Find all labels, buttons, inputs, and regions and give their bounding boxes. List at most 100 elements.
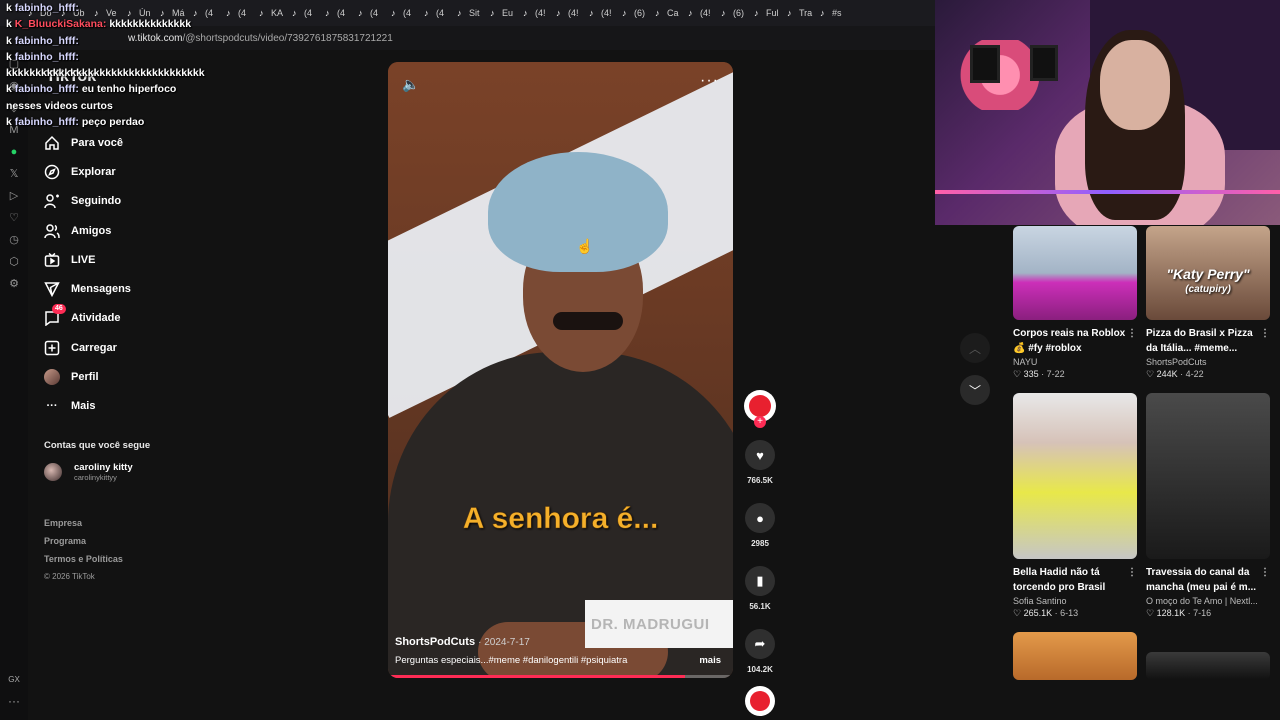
- video-author[interactable]: NAYU: [1013, 357, 1137, 367]
- player-icon[interactable]: ▷: [6, 188, 22, 204]
- tab-label: (4!: [700, 8, 711, 18]
- more-dots-icon[interactable]: ···: [8, 694, 20, 708]
- recommended-video[interactable]: [1013, 632, 1137, 680]
- video-author[interactable]: Sofia Santino: [1013, 596, 1137, 606]
- browser-tab[interactable]: ♪ (6): [622, 8, 655, 18]
- following-section-title: Contas que você segue: [44, 440, 151, 451]
- browser-tab[interactable]: ♪ Ful: [754, 8, 787, 18]
- browser-tab[interactable]: ♪ Eu: [490, 8, 523, 18]
- video-thumbnail[interactable]: [1013, 632, 1137, 680]
- nav-item-mensagens[interactable]: Mensagens: [44, 274, 194, 303]
- footer-link-empresa[interactable]: Empresa: [44, 514, 123, 532]
- browser-tab[interactable]: ♪ Tra: [787, 8, 820, 18]
- nav-item-carregar[interactable]: Carregar: [44, 333, 194, 362]
- video-thumbnail[interactable]: [1013, 226, 1137, 320]
- video-more-icon[interactable]: ···: [700, 72, 719, 90]
- video-player[interactable]: DR. MADRUGUI A senhora é... 🔈 ··· ☝ Shor…: [388, 62, 733, 678]
- tab-favicon-icon: ♪: [391, 8, 396, 18]
- video-thumbnail[interactable]: [1146, 393, 1270, 559]
- browser-tab[interactable]: ♪ (4: [424, 8, 457, 18]
- nav-item-mais[interactable]: ··· Mais: [44, 392, 194, 421]
- recommended-video[interactable]: "Katy Perry" (catupiry) Pizza do Brasil …: [1146, 226, 1270, 380]
- browser-tab[interactable]: ♪ (4!: [556, 8, 589, 18]
- browser-tab[interactable]: ♪ (4: [358, 8, 391, 18]
- video-thumbnail[interactable]: "Katy Perry" (catupiry): [1146, 226, 1270, 320]
- nav-item-explorar[interactable]: Explorar: [44, 157, 194, 186]
- nav-item-live[interactable]: LIVE: [44, 245, 194, 274]
- recommended-video[interactable]: Travessia do canal da mancha (meu pai é …: [1146, 393, 1270, 619]
- x-icon[interactable]: 𝕏: [6, 166, 22, 182]
- chat-username: fabinho_hfff:: [14, 116, 79, 129]
- recommended-video[interactable]: Corpos reais na Roblox 💰 #fy #roblox ⋮ NA…: [1013, 226, 1137, 380]
- chat-username: fabinho_hfff:: [14, 34, 79, 47]
- kebab-icon[interactable]: ⋮: [1260, 565, 1270, 580]
- messages-icon: [44, 281, 60, 298]
- video-author[interactable]: O moço do Te Amo | Nextl...: [1146, 596, 1270, 606]
- recommended-video[interactable]: Bella Hadid não tá torcendo pro Brasil B…: [1013, 393, 1137, 619]
- video-progress-bar[interactable]: [388, 675, 733, 678]
- chat-username: fabinho_hfff:: [14, 2, 79, 14]
- tab-favicon-icon: ♪: [523, 8, 528, 18]
- video-author[interactable]: ShortsPodCuts: [395, 636, 475, 648]
- kebab-icon[interactable]: ⋮: [1260, 326, 1270, 341]
- history-icon[interactable]: ◷: [6, 232, 22, 248]
- profile-avatar: [44, 369, 60, 386]
- previous-video-button[interactable]: ︿: [960, 333, 990, 363]
- creator-avatar[interactable]: +: [744, 390, 776, 428]
- kebab-icon[interactable]: ⋮: [1127, 565, 1137, 580]
- tab-label: (6): [733, 8, 744, 18]
- nav-item-para-voce[interactable]: Para você: [44, 128, 194, 157]
- tab-favicon-icon: ♪: [721, 8, 726, 18]
- footer-link-termos[interactable]: Termos e Políticas: [44, 550, 123, 568]
- nav-item-seguindo[interactable]: Seguindo: [44, 187, 194, 216]
- browser-tab[interactable]: ♪ (4: [391, 8, 424, 18]
- tab-label: Sit: [469, 8, 480, 18]
- footer-link-programa[interactable]: Programa: [44, 532, 123, 550]
- chat-message: k K_BluuckiSakana: kkkkkkkkkkkkkk: [6, 18, 192, 31]
- gx-label: GX: [8, 675, 20, 684]
- browser-tab[interactable]: ♪ (6): [721, 8, 754, 18]
- nav-label: Para você: [71, 136, 123, 149]
- tab-label: (4!: [568, 8, 579, 18]
- comment-button[interactable]: ●: [745, 503, 775, 533]
- nav-item-perfil[interactable]: Perfil: [44, 362, 194, 391]
- followed-account[interactable]: caroliny kitty carolinykittyy: [44, 462, 133, 482]
- save-button[interactable]: ▮: [745, 566, 775, 596]
- next-video-button[interactable]: ﹀: [960, 375, 990, 405]
- chat-username: fabinho_hfff:: [14, 83, 79, 96]
- video-nameplate: DR. MADRUGUI: [585, 600, 733, 648]
- video-thumbnail[interactable]: [1013, 393, 1137, 559]
- bookmark-icon: ▮: [756, 573, 764, 588]
- chat-message: nesses videos curtos: [6, 98, 336, 114]
- heart-icon[interactable]: ♡: [6, 210, 22, 226]
- nav-item-atividade[interactable]: 46 Atividade: [44, 304, 194, 333]
- share-button[interactable]: ➦: [745, 629, 775, 659]
- kebab-icon[interactable]: ⋮: [1127, 326, 1137, 341]
- video-description-more[interactable]: mais: [699, 655, 721, 666]
- nav-label: LIVE: [71, 253, 96, 266]
- recommended-video[interactable]: [1146, 652, 1270, 680]
- video-author[interactable]: ShortsPodCuts: [1146, 357, 1270, 367]
- volume-icon[interactable]: 🔈: [402, 76, 419, 93]
- whatsapp-icon[interactable]: ●: [6, 144, 22, 160]
- tab-favicon-icon: ♪: [457, 8, 462, 18]
- follow-plus-icon[interactable]: +: [754, 416, 766, 428]
- tab-favicon-icon: ♪: [688, 8, 693, 18]
- account-name: caroliny kitty: [74, 462, 133, 473]
- like-button[interactable]: ♥: [745, 440, 775, 470]
- browser-tab[interactable]: ♪ Ca: [655, 8, 688, 18]
- video-progress-fill: [388, 675, 685, 678]
- tab-favicon-icon: ♪: [622, 8, 627, 18]
- nav-item-amigos[interactable]: Amigos: [44, 216, 194, 245]
- video-thumbnail[interactable]: [1146, 652, 1270, 680]
- settings-icon[interactable]: ⚙: [6, 276, 22, 292]
- browser-tab[interactable]: ♪ (4!: [589, 8, 622, 18]
- box-icon[interactable]: ⬡: [6, 254, 22, 270]
- browser-tab[interactable]: ♪ Sit: [457, 8, 490, 18]
- browser-tab[interactable]: ♪ #s: [820, 8, 853, 18]
- browser-tab[interactable]: ♪ (4!: [688, 8, 721, 18]
- thumbnail-subtext: (catupiry): [1185, 284, 1231, 295]
- music-disc[interactable]: [745, 686, 775, 716]
- browser-tab[interactable]: ♪ (4!: [523, 8, 556, 18]
- account-avatar: [44, 463, 62, 481]
